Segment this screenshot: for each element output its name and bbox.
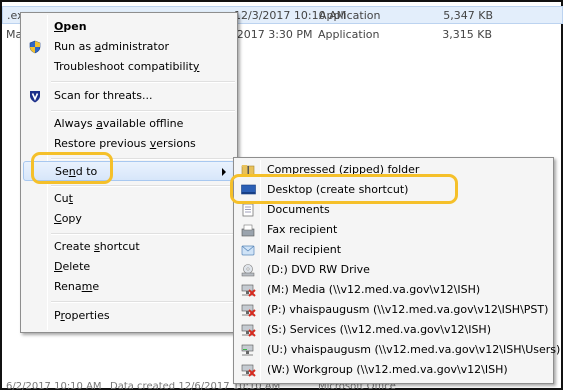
disconnected-network-drive-icon xyxy=(240,362,256,378)
submenu-item-label: Mail recipient xyxy=(267,243,342,256)
menu-item-properties[interactable]: Properties xyxy=(23,306,235,326)
submenu-item-label: (W:) Workgroup (\\v12.med.va.gov\v12\ISH… xyxy=(267,363,508,376)
menu-item-label: Troubleshoot compatibility xyxy=(54,60,200,73)
menu-item-label: Open xyxy=(54,20,87,33)
menu-item-label: Copy xyxy=(54,212,82,225)
submenu-item-label: Compressed (zipped) folder xyxy=(267,163,420,176)
submenu-item-label: Documents xyxy=(267,203,330,216)
disconnected-network-drive-icon xyxy=(240,302,256,318)
submenu-arrow-icon xyxy=(222,168,226,176)
dvd-drive-icon xyxy=(240,262,256,278)
menu-separator xyxy=(51,110,235,112)
file-date: /2017 3:30 PM xyxy=(233,27,313,41)
context-menu: Open Run as administrator Troubleshoot c… xyxy=(20,12,238,333)
menu-item-scan-for-threats[interactable]: Scan for threats... xyxy=(23,86,235,106)
menu-item-label: Delete xyxy=(54,260,91,273)
documents-icon xyxy=(240,202,256,218)
menu-separator xyxy=(51,233,235,235)
menu-item-open[interactable]: Open xyxy=(23,17,235,37)
submenu-item-label: (U:) vhaispaugusm (\\v12.med.va.gov\v12\… xyxy=(267,343,561,356)
submenu-item-label: (D:) DVD RW Drive xyxy=(267,263,370,276)
menu-item-label: Properties xyxy=(54,309,110,322)
menu-item-label: Cut xyxy=(54,192,73,205)
submenu-item-label: (S:) Services (\\v12.med.va.gov\v12\ISH) xyxy=(267,323,491,336)
submenu-item-label: Desktop (create shortcut) xyxy=(267,183,409,196)
submenu-item-dvd-drive[interactable]: (D:) DVD RW Drive xyxy=(236,260,551,280)
menu-item-rename[interactable]: Rename xyxy=(23,277,235,297)
antivirus-shield-icon xyxy=(27,88,43,104)
network-drive-icon xyxy=(240,342,256,358)
file-type: Application xyxy=(318,27,380,41)
submenu-item-workgroup-drive[interactable]: (W:) Workgroup (\\v12.med.va.gov\v12\ISH… xyxy=(236,360,551,380)
file-size: 5,347 KB xyxy=(443,8,493,22)
submenu-item-label: (M:) Media (\\v12.med.va.gov\v12\ISH) xyxy=(267,283,481,296)
file-type: Application xyxy=(319,8,381,22)
menu-item-send-to[interactable]: Send to xyxy=(23,161,235,181)
menu-item-restore-previous-versions[interactable]: Restore previous versions xyxy=(23,134,235,154)
submenu-item-compressed-folder[interactable]: Compressed (zipped) folder xyxy=(236,160,551,180)
submenu-item-services-drive[interactable]: (S:) Services (\\v12.med.va.gov\v12\ISH) xyxy=(236,320,551,340)
file-size: 3,315 KB xyxy=(442,27,492,41)
menu-item-label: Scan for threats... xyxy=(54,89,153,102)
mail-icon xyxy=(240,242,256,258)
disconnected-network-drive-icon xyxy=(240,282,256,298)
submenu-item-desktop[interactable]: Desktop (create shortcut) xyxy=(236,180,551,200)
menu-item-label: Run as administrator xyxy=(54,40,169,53)
submenu-item-users-drive[interactable]: (U:) vhaispaugusm (\\v12.med.va.gov\v12\… xyxy=(236,340,560,360)
submenu-item-fax-recipient[interactable]: Fax recipient xyxy=(236,220,551,240)
menu-item-label: Create shortcut xyxy=(54,240,140,253)
desktop-icon xyxy=(240,182,256,198)
menu-item-run-as-administrator[interactable]: Run as administrator xyxy=(23,37,235,57)
menu-separator xyxy=(51,158,235,160)
zip-folder-icon xyxy=(240,162,256,178)
menu-item-troubleshoot-compatibility[interactable]: Troubleshoot compatibility xyxy=(23,57,235,77)
menu-item-delete[interactable]: Delete xyxy=(23,257,235,277)
menu-item-create-shortcut[interactable]: Create shortcut xyxy=(23,237,235,257)
submenu-item-label: (P:) vhaispaugusm (\\v12.med.va.gov\v12\… xyxy=(267,303,549,316)
submenu-item-pst-drive[interactable]: (P:) vhaispaugusm (\\v12.med.va.gov\v12\… xyxy=(236,300,551,320)
send-to-submenu: Compressed (zipped) folder Desktop (crea… xyxy=(233,157,560,384)
submenu-item-media-drive[interactable]: (M:) Media (\\v12.med.va.gov\v12\ISH) xyxy=(236,280,551,300)
menu-separator xyxy=(51,301,235,303)
fax-icon xyxy=(240,222,256,238)
menu-separator xyxy=(51,81,235,83)
explorer-window: .ex 12/3/2017 10:10 AM Application 5,347… xyxy=(0,0,563,390)
submenu-item-documents[interactable]: Documents xyxy=(236,200,551,220)
menu-item-always-available-offline[interactable]: Always available offline xyxy=(23,114,235,134)
menu-item-label: Restore previous versions xyxy=(54,137,196,150)
submenu-item-mail-recipient[interactable]: Mail recipient xyxy=(236,240,551,260)
uac-shield-icon xyxy=(27,39,43,55)
menu-item-label: Rename xyxy=(54,280,100,293)
menu-separator xyxy=(51,185,235,187)
file-date: 6/2/2017 10:10 AM xyxy=(6,382,102,390)
menu-item-label: Always available offline xyxy=(54,117,184,130)
menu-item-cut[interactable]: Cut xyxy=(23,189,235,209)
menu-item-label: Send to xyxy=(55,165,98,178)
menu-item-copy[interactable]: Copy xyxy=(23,209,235,229)
disconnected-network-drive-icon xyxy=(240,322,256,338)
submenu-item-label: Fax recipient xyxy=(267,223,338,236)
